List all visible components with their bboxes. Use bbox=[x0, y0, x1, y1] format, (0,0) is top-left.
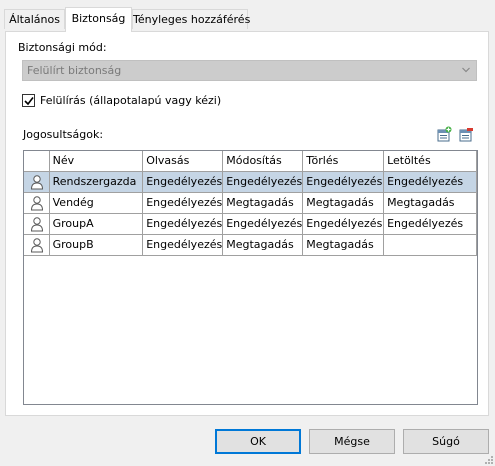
column-header-download[interactable]: Letöltés bbox=[383, 151, 477, 172]
cell-download[interactable]: Engedélyezés bbox=[383, 213, 477, 235]
column-header-modify[interactable]: Módosítás bbox=[222, 151, 304, 172]
override-checkbox[interactable] bbox=[22, 94, 35, 107]
cell-name: Rendszergazda bbox=[49, 171, 144, 193]
cancel-button[interactable]: Mégse bbox=[309, 429, 395, 454]
cell-modify[interactable]: Megtagadás bbox=[222, 192, 304, 214]
user-icon-cell bbox=[24, 171, 50, 193]
security-mode-select[interactable]: Felülírt biztonság bbox=[22, 60, 477, 81]
cell-modify[interactable]: Engedélyezés bbox=[222, 213, 304, 235]
user-icon bbox=[30, 217, 44, 232]
cell-download[interactable]: Megtagadás bbox=[383, 192, 477, 214]
resize-grip-icon[interactable] bbox=[484, 455, 494, 465]
user-icon-cell bbox=[24, 192, 50, 214]
user-icon-cell bbox=[24, 234, 50, 256]
cell-delete[interactable]: Engedélyezés bbox=[302, 171, 385, 193]
security-mode-value: Felülírt biztonság bbox=[27, 64, 122, 77]
user-icon bbox=[30, 238, 44, 253]
tab-security[interactable]: Biztonság bbox=[65, 7, 132, 32]
add-permission-icon[interactable] bbox=[436, 126, 452, 142]
column-header-name[interactable]: Név bbox=[49, 151, 144, 172]
cell-modify[interactable]: Megtagadás bbox=[222, 234, 304, 256]
cell-download[interactable]: Engedélyezés bbox=[383, 171, 477, 193]
tab-effective-access[interactable]: Tényleges hozzáférés bbox=[132, 9, 250, 29]
permissions-table: Név Olvasás Módosítás Törlés Letöltés Re bbox=[24, 151, 477, 256]
checkmark-icon bbox=[24, 97, 34, 106]
cell-read[interactable]: Engedélyezés bbox=[142, 171, 224, 193]
table-row[interactable]: Rendszergazda Engedélyezés Engedélyezés … bbox=[24, 171, 477, 193]
cell-delete[interactable]: Megtagadás bbox=[302, 192, 385, 214]
cell-download[interactable] bbox=[383, 234, 477, 256]
table-header-row: Név Olvasás Módosítás Törlés Letöltés bbox=[24, 151, 477, 172]
cell-delete[interactable]: Engedélyezés bbox=[302, 213, 385, 235]
cell-name: GroupB bbox=[49, 234, 144, 256]
cell-read[interactable]: Engedélyezés bbox=[142, 213, 224, 235]
remove-permission-icon[interactable] bbox=[458, 126, 474, 142]
column-header-delete[interactable]: Törlés bbox=[302, 151, 385, 172]
security-mode-label: Biztonsági mód: bbox=[18, 41, 107, 54]
help-button[interactable]: Súgó bbox=[403, 429, 489, 454]
user-icon bbox=[30, 175, 44, 190]
cell-read[interactable]: Engedélyezés bbox=[142, 192, 224, 214]
table-row[interactable]: GroupB Engedélyezés Megtagadás Megtagadá… bbox=[24, 234, 477, 256]
column-header-icon bbox=[24, 151, 50, 172]
cell-name: Vendég bbox=[49, 192, 144, 214]
ok-button[interactable]: OK bbox=[215, 429, 301, 454]
column-header-read[interactable]: Olvasás bbox=[142, 151, 224, 172]
cell-name: GroupA bbox=[49, 213, 144, 235]
cell-read[interactable]: Engedélyezés bbox=[142, 234, 224, 256]
permissions-grid[interactable]: Név Olvasás Módosítás Törlés Letöltés Re bbox=[23, 150, 478, 405]
chevron-down-icon bbox=[462, 67, 470, 73]
table-row[interactable]: Vendég Engedélyezés Megtagadás Megtagadá… bbox=[24, 192, 477, 214]
security-panel: Biztonsági mód: Felülírt biztonság Felül… bbox=[5, 31, 489, 416]
table-row[interactable]: GroupA Engedélyezés Engedélyezés Engedél… bbox=[24, 213, 477, 235]
override-label: Felülírás (állapotalapú vagy kézi) bbox=[40, 94, 222, 107]
tab-general[interactable]: Általános bbox=[4, 9, 65, 29]
user-icon bbox=[30, 196, 44, 211]
user-icon-cell bbox=[24, 213, 50, 235]
permissions-label: Jogosultságok: bbox=[23, 128, 104, 141]
cell-delete[interactable]: Megtagadás bbox=[302, 234, 385, 256]
cell-modify[interactable]: Engedélyezés bbox=[222, 171, 304, 193]
